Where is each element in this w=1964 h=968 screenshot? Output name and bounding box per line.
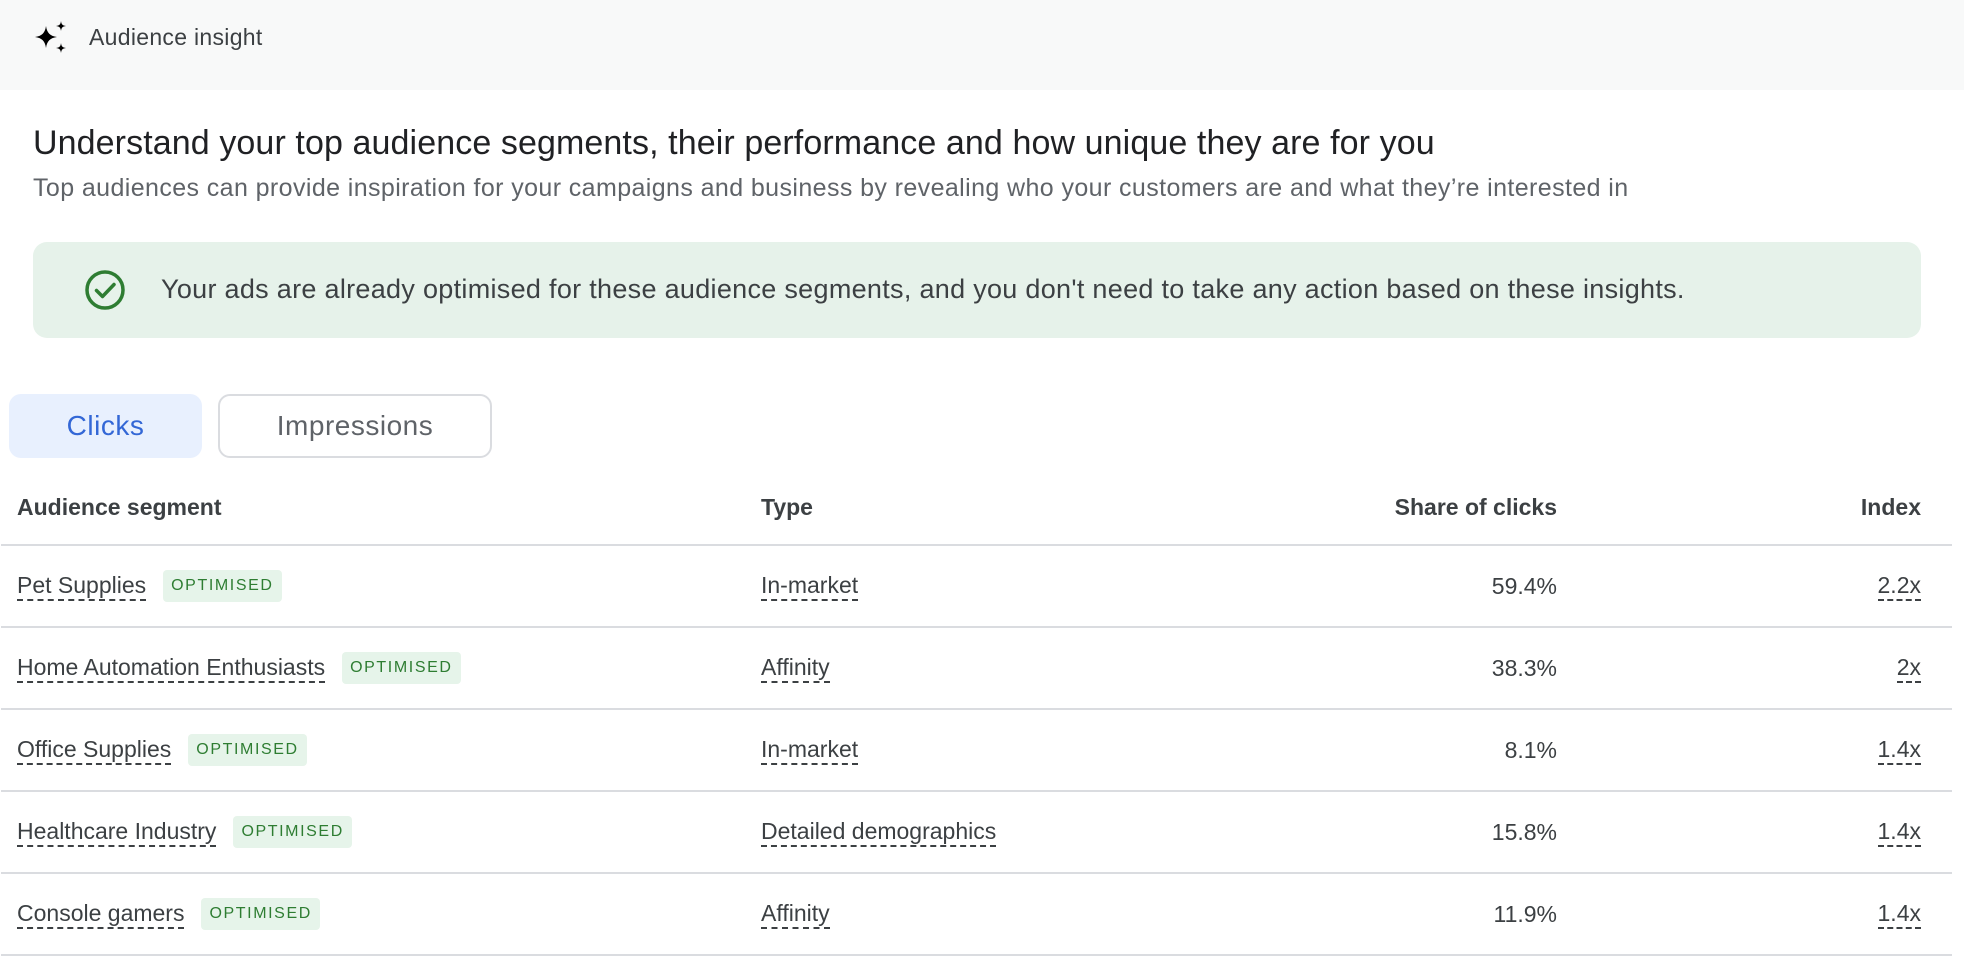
segment-type[interactable]: In-market (761, 572, 859, 601)
page-subheading: Top audiences can provide inspiration fo… (33, 174, 1629, 202)
segment-name[interactable]: Home Automation Enthusiasts (17, 654, 326, 683)
optimised-badge: OPTIMISED (233, 816, 352, 848)
index-value[interactable]: 1.4x (1877, 900, 1921, 929)
optimised-badge: OPTIMISED (201, 898, 320, 930)
table-row: Console gamers OPTIMISED Affinity 11.9% … (1, 874, 1952, 956)
share-value: 11.9% (1493, 900, 1557, 927)
optimised-badge: OPTIMISED (163, 570, 282, 602)
index-value[interactable]: 1.4x (1877, 818, 1921, 847)
page-headline: Understand your top audience segments, t… (33, 124, 1435, 162)
share-value: 15.8% (1491, 818, 1557, 845)
column-header-share-of-clicks[interactable]: Share of clicks (1395, 494, 1557, 521)
share-value: 8.1% (1504, 736, 1557, 763)
audience-segments-table: Audience segment Type Share of clicks In… (1, 464, 1952, 956)
segment-type[interactable]: Detailed demographics (761, 818, 997, 847)
share-value: 59.4% (1491, 572, 1557, 599)
table-row: Pet Supplies OPTIMISED In-market 59.4% 2… (1, 546, 1952, 628)
sparkle-icon (35, 21, 66, 53)
panel-header: Audience insight (0, 0, 1964, 90)
panel-title: Audience insight (89, 24, 263, 50)
column-header-index[interactable]: Index (1861, 494, 1921, 521)
tab-clicks[interactable]: Clicks (9, 394, 202, 458)
segment-type[interactable]: In-market (761, 736, 859, 765)
index-value[interactable]: 1.4x (1877, 736, 1921, 765)
segment-name[interactable]: Console gamers (17, 900, 185, 929)
column-header-audience-segment[interactable]: Audience segment (17, 494, 222, 521)
segment-name[interactable]: Office Supplies (17, 736, 172, 765)
segment-type[interactable]: Affinity (761, 900, 830, 929)
share-value: 38.3% (1491, 654, 1557, 681)
tab-impressions[interactable]: Impressions (218, 394, 492, 458)
table-row: Office Supplies OPTIMISED In-market 8.1%… (1, 710, 1952, 792)
segment-name[interactable]: Healthcare Industry (17, 818, 217, 847)
column-header-type[interactable]: Type (761, 494, 813, 521)
table-row: Home Automation Enthusiasts OPTIMISED Af… (1, 628, 1952, 710)
segment-name[interactable]: Pet Supplies (17, 572, 147, 601)
index-value[interactable]: 2x (1896, 654, 1921, 683)
optimised-badge: OPTIMISED (188, 734, 307, 766)
segment-type[interactable]: Affinity (761, 654, 830, 683)
banner-message: Your ads are already optimised for these… (161, 274, 1685, 304)
table-row: Healthcare Industry OPTIMISED Detailed d… (1, 792, 1952, 874)
index-value[interactable]: 2.2x (1877, 572, 1921, 601)
optimised-badge: OPTIMISED (342, 652, 461, 684)
table-header: Audience segment Type Share of clicks In… (1, 464, 1952, 546)
optimised-info-banner: Your ads are already optimised for these… (33, 242, 1921, 338)
check-circle-icon (85, 270, 125, 310)
